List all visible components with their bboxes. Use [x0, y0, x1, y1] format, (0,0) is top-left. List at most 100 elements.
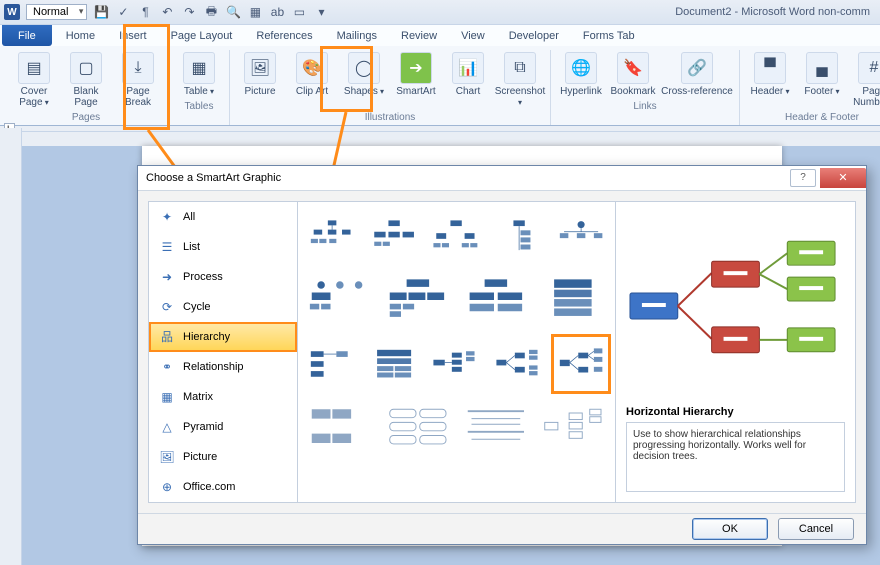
tab-pagelayout[interactable]: Page Layout [159, 25, 245, 46]
textbox-icon[interactable]: ab [269, 4, 285, 20]
page-break-button[interactable]: ⤓Page Break [114, 50, 162, 110]
picture-button[interactable]: 🖼Picture [236, 50, 284, 110]
field-icon[interactable]: ▭ [291, 4, 307, 20]
save-icon[interactable]: 💾 [93, 4, 109, 20]
customize-qat-icon[interactable]: ▾ [313, 4, 329, 20]
gallery-thumb[interactable] [386, 276, 450, 324]
quick-access-toolbar: W Normal 💾 ✓ ¶ ↶ ↷ 🖶 🔍 ▦ ab ▭ ▾ Document… [0, 0, 880, 24]
header-button[interactable]: ▀Header [746, 50, 794, 110]
table-icon: ▦ [183, 52, 215, 84]
dialog-close-button[interactable]: ✕ [820, 168, 866, 188]
paragraph-icon[interactable]: ¶ [137, 4, 153, 20]
screenshot-button[interactable]: ⧉Screenshot [496, 50, 544, 110]
gallery-thumb-selected[interactable] [557, 340, 605, 388]
cycle-icon: ⟳ [159, 299, 175, 315]
cross-reference-button[interactable]: 🔗Cross-reference [661, 50, 733, 99]
tab-developer[interactable]: Developer [497, 25, 571, 46]
pyramid-icon: △ [159, 419, 175, 435]
tab-review[interactable]: Review [389, 25, 449, 46]
tab-insert[interactable]: Insert [107, 25, 159, 46]
category-relationship[interactable]: ⚭Relationship [149, 352, 297, 382]
gallery-thumb[interactable] [495, 212, 543, 260]
chart-icon: 📊 [452, 52, 484, 84]
list-icon: ☰ [159, 239, 175, 255]
redo-icon[interactable]: ↷ [181, 4, 197, 20]
gallery-thumb[interactable] [432, 340, 480, 388]
category-all[interactable]: ✦All [149, 202, 297, 232]
category-cycle[interactable]: ⟳Cycle [149, 292, 297, 322]
bookmark-icon: 🔖 [617, 52, 649, 84]
screenshot-icon: ⧉ [504, 52, 536, 84]
preview-description: Use to show hierarchical relationships p… [626, 422, 845, 492]
bookmark-button[interactable]: 🔖Bookmark [609, 50, 657, 99]
vertical-ruler[interactable] [0, 128, 22, 565]
category-picture[interactable]: 🖼Picture [149, 442, 297, 472]
category-list: ✦All ☰List ➜Process ⟳Cycle 品Hierarchy ⚭R… [148, 201, 298, 503]
header-icon: ▀ [754, 52, 786, 84]
group-tables: Tables [175, 99, 223, 112]
tab-formstab[interactable]: Forms Tab [571, 25, 647, 46]
spellcheck-icon[interactable]: ✓ [115, 4, 131, 20]
tab-file[interactable]: File [2, 25, 52, 46]
table-icon[interactable]: ▦ [247, 4, 263, 20]
table-button[interactable]: ▦Table [175, 50, 223, 99]
print-icon[interactable]: 🖶 [203, 4, 219, 20]
footer-button[interactable]: ▄Footer [798, 50, 846, 110]
chart-button[interactable]: 📊Chart [444, 50, 492, 110]
print-preview-icon[interactable]: 🔍 [225, 4, 241, 20]
tab-mailings[interactable]: Mailings [325, 25, 389, 46]
group-illustrations: Illustrations [236, 110, 544, 123]
gallery-thumb[interactable] [495, 340, 543, 388]
gallery-thumb[interactable] [557, 212, 605, 260]
category-list[interactable]: ☰List [149, 232, 297, 262]
picture-category-icon: 🖼 [159, 449, 175, 465]
hyperlink-icon: 🌐 [565, 52, 597, 84]
gallery-thumb[interactable] [464, 404, 528, 452]
gallery-thumb[interactable] [308, 212, 356, 260]
blank-page-icon: ▢ [70, 52, 102, 84]
ribbon-tabs: File Home Insert Page Layout References … [0, 24, 880, 46]
gallery-thumb[interactable] [432, 212, 480, 260]
shapes-button[interactable]: ◯Shapes [340, 50, 388, 110]
category-matrix[interactable]: ▦Matrix [149, 382, 297, 412]
category-hierarchy[interactable]: 品Hierarchy [149, 322, 297, 352]
gallery-thumb[interactable] [541, 276, 605, 324]
hyperlink-button[interactable]: 🌐Hyperlink [557, 50, 605, 99]
clipart-button[interactable]: 🎨Clip Art [288, 50, 336, 110]
gallery-thumb[interactable] [386, 404, 450, 452]
preview-title: Horizontal Hierarchy [626, 406, 845, 418]
tab-references[interactable]: References [244, 25, 324, 46]
cancel-button[interactable]: Cancel [778, 518, 854, 540]
category-officecom[interactable]: ⊕Office.com [149, 472, 297, 502]
page-number-icon: # [858, 52, 880, 84]
gallery-thumb[interactable] [308, 404, 372, 452]
dialog-help-button[interactable]: ? [790, 169, 816, 187]
dialog-title: Choose a SmartArt Graphic [146, 172, 281, 184]
tab-view[interactable]: View [449, 25, 497, 46]
category-process[interactable]: ➜Process [149, 262, 297, 292]
gallery-thumb[interactable] [464, 276, 528, 324]
gallery-thumb[interactable] [308, 340, 356, 388]
process-icon: ➜ [159, 269, 175, 285]
page-break-icon: ⤓ [122, 52, 154, 84]
tab-home[interactable]: Home [54, 25, 107, 46]
ok-button[interactable]: OK [692, 518, 768, 540]
window-title: Document2 - Microsoft Word non-comm [675, 6, 876, 18]
gallery-thumb[interactable] [370, 340, 418, 388]
style-selector[interactable]: Normal [26, 4, 87, 20]
blank-page-button[interactable]: ▢Blank Page [62, 50, 110, 110]
undo-icon[interactable]: ↶ [159, 4, 175, 20]
smartart-icon: ➔ [400, 52, 432, 84]
group-pages: Pages [10, 110, 162, 123]
hierarchy-icon: 品 [159, 329, 175, 345]
gallery-thumb[interactable] [541, 404, 605, 452]
page-number-button[interactable]: #Page Number [850, 50, 880, 110]
dialog-footer: OK Cancel [138, 513, 866, 544]
preview-pane: Horizontal Hierarchy Use to show hierarc… [616, 201, 856, 503]
gallery-thumb[interactable] [370, 212, 418, 260]
cover-page-button[interactable]: ▤Cover Page [10, 50, 58, 110]
gallery-thumb[interactable] [308, 276, 372, 324]
smartart-button[interactable]: ➔SmartArt [392, 50, 440, 110]
category-pyramid[interactable]: △Pyramid [149, 412, 297, 442]
clipart-icon: 🎨 [296, 52, 328, 84]
